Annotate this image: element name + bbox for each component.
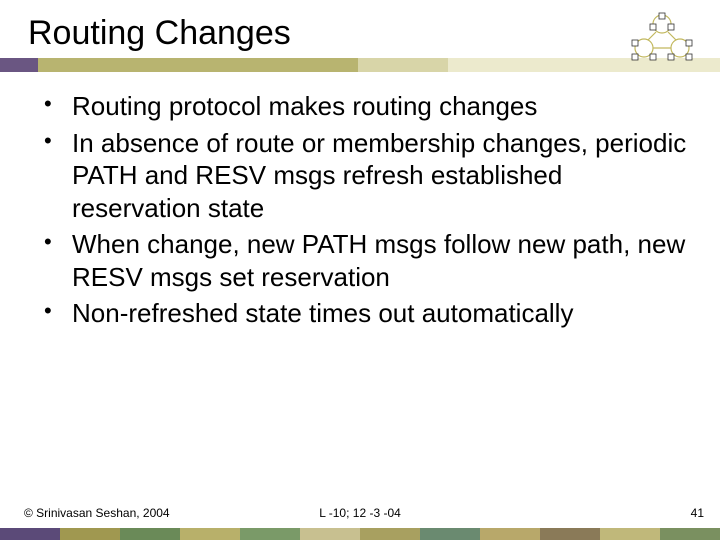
bullet-item: Routing protocol makes routing changes [30,90,690,123]
bullet-item: Non-refreshed state times out automatica… [30,297,690,330]
bullet-list: Routing protocol makes routing changes I… [30,90,690,334]
decorative-top-band [0,58,720,72]
bullet-item: In absence of route or membership change… [30,127,690,225]
decorative-bottom-band [0,528,720,540]
network-diagram-icon [622,10,702,68]
slide-title: Routing Changes [28,14,291,53]
footer-lecture-id: L -10; 12 -3 -04 [319,506,401,520]
slide-number: 41 [691,506,704,520]
footer-copyright: © Srinivasan Seshan, 2004 [24,506,170,520]
slide: Routing Changes [0,0,720,540]
bullet-item: When change, new PATH msgs follow new pa… [30,228,690,293]
